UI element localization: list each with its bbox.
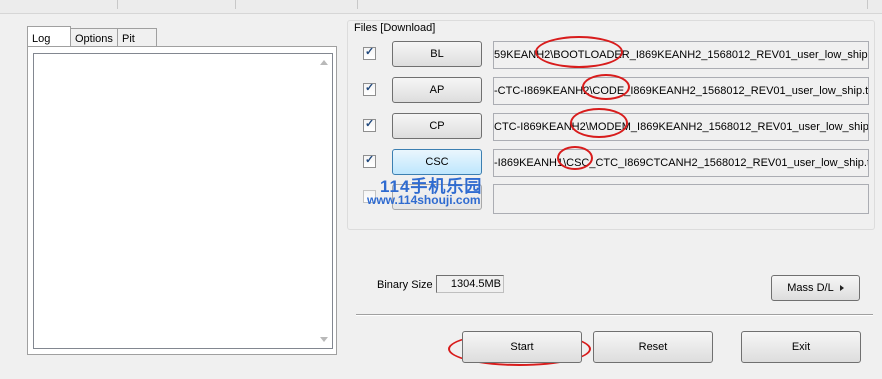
ap-button-label: AP <box>429 84 445 96</box>
checkmark-icon: ✓ <box>365 118 375 130</box>
watermark-url: www.114shouji.com <box>367 193 481 207</box>
mass-dl-label: Mass D/L <box>787 282 834 294</box>
bl-path-field[interactable]: 59KEANH2\BOOTLOADER_I869KEANH2_1568012_R… <box>493 41 869 69</box>
empty-row-path-field[interactable] <box>493 184 869 214</box>
separator <box>356 314 873 316</box>
reset-label: Reset <box>638 341 668 353</box>
top-strip-segment <box>117 0 236 9</box>
ap-checkbox[interactable]: ✓ <box>363 82 376 96</box>
log-scrollbar[interactable] <box>316 54 332 348</box>
arrow-right-icon <box>839 285 844 291</box>
csc-button-label: CSC <box>425 156 449 168</box>
top-strip-segment <box>235 0 358 9</box>
log-tab-panel <box>27 46 337 355</box>
binary-size-value: 1304.5MB <box>436 275 504 293</box>
scroll-up-arrow-icon[interactable] <box>320 60 328 65</box>
tab-pit-label: Pit <box>122 33 135 45</box>
binary-size-label: Binary Size <box>377 279 433 291</box>
tab-pit[interactable]: Pit <box>117 28 157 46</box>
cp-button-label: CP <box>429 120 445 132</box>
tab-log[interactable]: Log <box>27 26 71 46</box>
checkmark-icon: ✓ <box>365 46 375 58</box>
reset-button[interactable]: Reset <box>593 331 713 363</box>
exit-button[interactable]: Exit <box>741 331 861 363</box>
top-strip-segment <box>357 0 868 9</box>
cp-path-field[interactable]: CTC-I869KEANH2\MODEM_I869KEANH2_1568012_… <box>493 113 869 141</box>
tab-log-label: Log <box>32 33 51 45</box>
scroll-down-arrow-icon[interactable] <box>320 337 328 342</box>
tab-options-label: Options <box>75 33 113 45</box>
ap-button[interactable]: AP <box>392 77 482 103</box>
cp-button[interactable]: CP <box>392 113 482 139</box>
log-textarea[interactable] <box>33 53 333 349</box>
cp-checkbox[interactable]: ✓ <box>363 118 376 132</box>
tab-options[interactable]: Options <box>70 28 118 46</box>
start-label: Start <box>510 341 534 353</box>
bl-button-label: BL <box>430 48 444 60</box>
top-strip-segment <box>0 0 118 9</box>
files-download-title: Files [Download] <box>354 22 436 34</box>
ap-path-field[interactable]: -CTC-I869KEANH2\CODE_I869KEANH2_1568012_… <box>493 77 869 105</box>
bl-checkbox[interactable]: ✓ <box>363 46 376 60</box>
csc-checkbox[interactable]: ✓ <box>363 154 376 168</box>
checkmark-icon: ✓ <box>365 154 375 166</box>
mass-dl-button[interactable]: Mass D/L <box>771 275 860 301</box>
start-button[interactable]: Start <box>462 331 582 363</box>
csc-path-field[interactable]: -I869KEANH1\CSC_CTC_I869CTCANH2_1568012_… <box>493 149 869 177</box>
checkmark-icon: ✓ <box>365 82 375 94</box>
bl-button[interactable]: BL <box>392 41 482 67</box>
exit-label: Exit <box>791 341 811 353</box>
log-tab-bar: Log Options Pit <box>27 26 157 47</box>
window-top-strip <box>0 0 882 14</box>
